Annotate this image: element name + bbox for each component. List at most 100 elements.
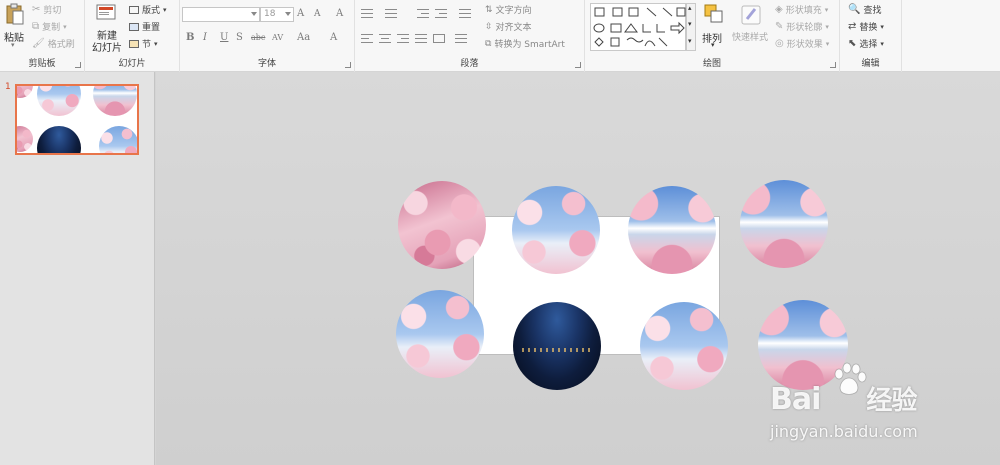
reset-button[interactable]: 重置 (129, 20, 160, 33)
paintbrush-icon: 🖌 (32, 38, 45, 49)
replace-label: 替换 (859, 23, 878, 33)
justify-icon[interactable] (415, 34, 427, 43)
font-name-combo[interactable] (182, 7, 260, 22)
bold-icon[interactable]: B (186, 32, 194, 43)
bullets-icon[interactable] (361, 9, 373, 18)
shapes-gallery-scroll[interactable]: ▴ ▾ ▾ (686, 3, 696, 51)
font-size-combo[interactable]: 18 (260, 7, 294, 22)
city-lights (521, 347, 593, 352)
effects-icon: ◎ (775, 38, 784, 49)
photo-circle-blossom-branch[interactable] (396, 290, 484, 378)
photo-circle-fuji-branches[interactable] (640, 302, 728, 390)
dialog-launcher-icon[interactable] (830, 62, 836, 68)
font-group-label: 字体 (257, 59, 276, 69)
italic-icon[interactable]: I (203, 32, 207, 43)
photo-circle-fuji-sky[interactable] (628, 186, 716, 274)
text-shadow-icon[interactable]: S (236, 32, 243, 43)
shape-outline-button[interactable]: ✎ 形状轮廓 ▾ (775, 20, 829, 33)
smartart-button[interactable]: ⧉ 转换为 SmartArt (485, 37, 565, 51)
slides-group: 新建 幻灯片 版式 ▾ 重置 节 ▾ 幻灯片 (85, 0, 180, 72)
chevron-down-icon: ▾ (63, 22, 67, 31)
strikethrough-icon[interactable]: abc (251, 33, 265, 42)
numbering-icon[interactable] (385, 9, 397, 18)
photo-circle-night-city[interactable] (513, 302, 601, 390)
shape-effects-button[interactable]: ◎ 形状效果 ▾ (775, 37, 829, 50)
align-center-icon[interactable] (379, 34, 391, 43)
find-button[interactable]: 🔍 查找 (848, 3, 881, 16)
watermark-url: jingyan.baidu.com (770, 422, 918, 441)
paint-bucket-icon: ◈ (775, 4, 783, 15)
format-painter-button[interactable]: 🖌 格式刷 (32, 37, 75, 50)
section-button[interactable]: 节 ▾ (129, 37, 158, 50)
slides-group-label: 幻灯片 (118, 59, 146, 69)
change-case-icon[interactable]: Aa (297, 32, 310, 43)
find-label: 查找 (863, 6, 882, 16)
text-direction-button[interactable]: ⇅ 文字方向 (485, 3, 532, 17)
align-left-icon[interactable] (361, 34, 373, 43)
cursor-icon: ⬉ (848, 38, 857, 49)
photo-circle-blossom-mountain[interactable] (512, 186, 600, 274)
columns-icon[interactable] (433, 34, 445, 43)
copy-icon: ⧉ (32, 21, 40, 32)
quick-styles-button[interactable]: 快速样式 (732, 3, 772, 51)
distributed-icon[interactable] (455, 34, 467, 43)
cut-label: 剪切 (43, 6, 62, 16)
thumb-photo-circle (37, 126, 81, 153)
paragraph-group-label: 段落 (460, 59, 479, 69)
ribbon: 粘贴 ▾ ✂ 剪切 ⧉ 复制 ▾ 🖌 格式刷 剪贴板 新建 幻灯片 版式 ▾ 重… (0, 0, 1000, 72)
section-icon (129, 39, 139, 48)
shrink-font-icon[interactable]: A (314, 9, 321, 19)
watermark-logo-suffix: 经验 (866, 386, 917, 416)
chevron-down-icon: ▾ (688, 20, 692, 28)
shape-fill-button[interactable]: ◈ 形状填充 ▾ (775, 3, 828, 16)
paste-button[interactable]: 粘贴 ▾ (3, 3, 27, 49)
chevron-down-icon: ▾ (824, 5, 829, 14)
underline-icon[interactable]: U (220, 32, 228, 43)
thumb-photo-circle (99, 126, 137, 153)
watermark-logo: Bai 经验 (770, 380, 917, 417)
shape-outline-label: 形状轮廓 (786, 23, 823, 33)
align-right-icon[interactable] (397, 34, 409, 43)
thumb-photo-circle (93, 86, 137, 116)
copy-button[interactable]: ⧉ 复制 ▾ (32, 20, 67, 33)
grow-font-icon[interactable]: A (297, 8, 304, 19)
clipboard-group-label: 剪贴板 (28, 59, 56, 69)
more-icon: ▾ (688, 37, 692, 45)
chevron-down-icon: ▾ (163, 5, 167, 14)
align-text-button[interactable]: ⇳ 对齐文本 (485, 20, 532, 34)
font-color-icon[interactable]: A (330, 32, 337, 43)
photo-circle-fuji-blossom[interactable] (740, 180, 828, 268)
increase-indent-icon[interactable] (435, 9, 447, 18)
clear-formatting-icon[interactable]: A (336, 8, 343, 19)
drawing-group: ▴ ▾ ▾ 排列 ▾ 快速样式 ◈ 形状填充 ▾ ✎ 形状轮廓 ▾ ◎ 形状效果… (585, 0, 840, 72)
text-direction-label: 文字方向 (495, 6, 532, 16)
decrease-indent-icon[interactable] (417, 9, 429, 18)
slide-thumbnail[interactable] (15, 84, 139, 155)
scissors-icon: ✂ (32, 4, 41, 15)
cut-button[interactable]: ✂ 剪切 (32, 3, 61, 16)
dialog-launcher-icon[interactable] (75, 62, 81, 68)
shapes-gallery-icons (593, 7, 686, 47)
editing-group-label: 编辑 (861, 59, 880, 69)
select-button[interactable]: ⬉ 选择 ▾ (848, 37, 884, 50)
chevron-down-icon: ▾ (11, 41, 15, 49)
section-label: 节 (142, 40, 152, 50)
layout-button[interactable]: 版式 ▾ (129, 3, 167, 16)
character-spacing-icon[interactable]: AV (272, 33, 283, 42)
shapes-gallery[interactable] (590, 3, 686, 51)
copy-label: 复制 (42, 23, 61, 33)
replace-icon: ⇄ (848, 21, 857, 32)
arrange-icon (704, 4, 723, 23)
replace-button[interactable]: ⇄ 替换 ▾ (848, 20, 884, 33)
line-spacing-icon[interactable] (459, 9, 471, 18)
dialog-launcher-icon[interactable] (575, 62, 581, 68)
arrange-button[interactable]: 排列 ▾ (701, 3, 729, 51)
chevron-up-icon: ▴ (688, 4, 692, 12)
chevron-down-icon: ▾ (154, 39, 158, 48)
dialog-launcher-icon[interactable] (345, 62, 351, 68)
shape-fill-label: 形状填充 (785, 6, 822, 16)
layout-label: 版式 (142, 6, 161, 16)
new-slide-button[interactable]: 新建 幻灯片 (89, 3, 123, 54)
photo-circle-cherry-avenue[interactable] (398, 181, 486, 269)
smartart-icon: ⧉ (485, 38, 492, 49)
